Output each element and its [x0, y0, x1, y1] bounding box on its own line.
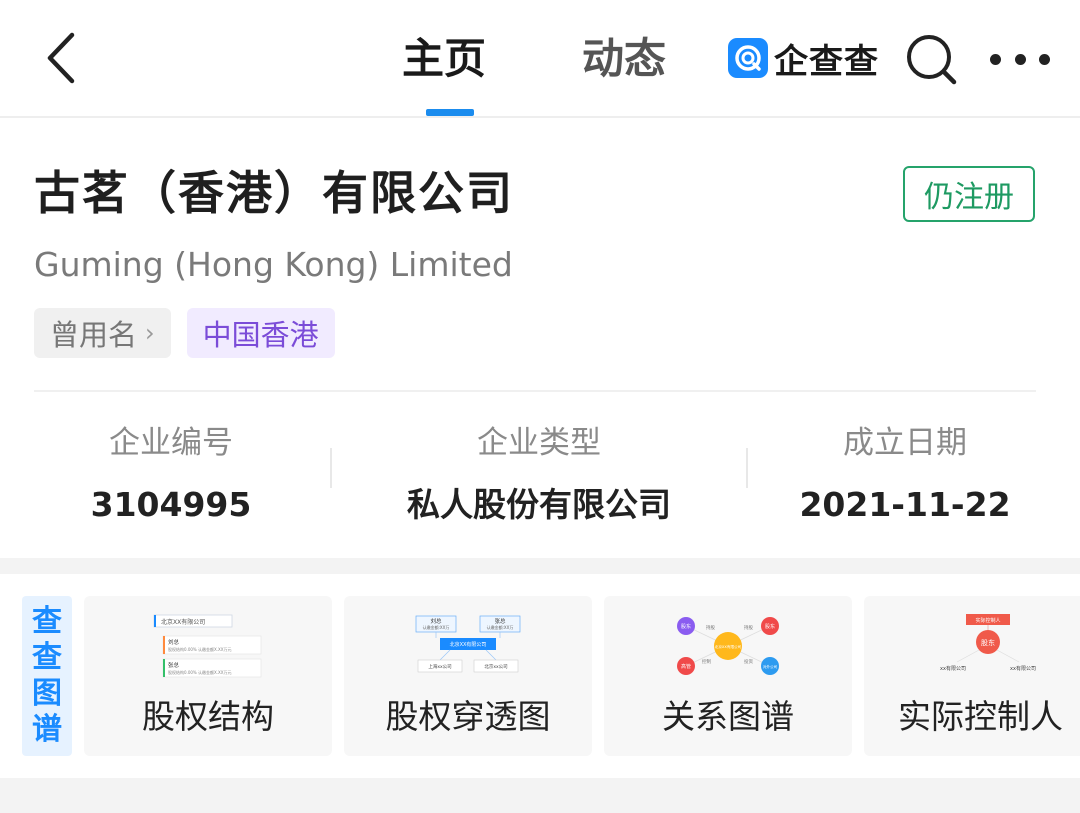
active-tab-indicator — [426, 109, 474, 116]
card-title: 股权结构 — [142, 697, 274, 736]
svg-text:对外公司: 对外公司 — [763, 664, 778, 669]
info-value: 3104995 — [90, 485, 252, 524]
actual-controller-card[interactable]: 实际控制人 股东 xx有限公司 xx有限公司 实际控制人 — [864, 596, 1080, 756]
tab-home[interactable]: 主页 — [402, 30, 486, 88]
section-gap — [0, 778, 1080, 813]
svg-text:控制: 控制 — [702, 658, 711, 665]
svg-text:刘总: 刘总 — [168, 638, 180, 646]
svg-text:刘总: 刘总 — [430, 617, 442, 625]
info-label: 成立日期 — [843, 425, 967, 461]
svg-text:张总: 张总 — [168, 661, 180, 669]
svg-text:北京XX有限公司: 北京XX有限公司 — [715, 644, 742, 649]
equity-structure-card[interactable]: 北京XX有限公司 刘总 股权结构0.00% 认缴金额X.XX万元 张总 股权结构… — [84, 596, 332, 756]
svg-text:股权结构0.00% 认缴金额X.XX万元: 股权结构0.00% 认缴金额X.XX万元 — [168, 669, 231, 675]
svg-text:北京XX有限公司: 北京XX有限公司 — [450, 641, 487, 648]
svg-text:张总: 张总 — [494, 617, 506, 625]
graph-tools-section: 查 查 图 谱 北京XX有限公司 刘总 股权结构0.00% 认缴金额X.XX万元… — [0, 574, 1080, 778]
card-title: 实际控制人 — [898, 697, 1063, 736]
svg-text:上海xx公司: 上海xx公司 — [428, 663, 451, 670]
chevron-right-icon: › — [145, 319, 155, 347]
svg-text:股东: 股东 — [681, 623, 691, 630]
svg-text:投资: 投资 — [744, 658, 753, 665]
svg-text:股东: 股东 — [765, 623, 775, 630]
equity-penetration-card[interactable]: 刘总 认缴金额:XX万 张总 认缴金额:XX万 北京XX有限公司 上海xx公司 … — [344, 596, 592, 756]
svg-text:持股: 持股 — [706, 624, 715, 631]
card-title: 关系图谱 — [662, 697, 794, 736]
top-nav-bar: 主页 动态 企查查 — [0, 0, 1080, 118]
back-button[interactable] — [38, 28, 84, 88]
svg-text:北京XX有限公司: 北京XX有限公司 — [161, 618, 205, 626]
svg-text:持股: 持股 — [744, 624, 753, 631]
info-value: 2021-11-22 — [799, 485, 1011, 524]
svg-text:实际控制人: 实际控制人 — [975, 617, 1000, 624]
former-names-tag[interactable]: 曾用名 › — [34, 308, 171, 358]
equity-structure-thumbnail: 北京XX有限公司 刘总 股权结构0.00% 认缴金额X.XX万元 张总 股权结构… — [153, 614, 262, 678]
svg-text:xx有限公司: xx有限公司 — [940, 665, 966, 672]
relationship-graph-thumbnail: 持股 持股 控制 投资 股东 股东 高管 对外公司 北京XX有限公司 — [677, 617, 779, 675]
more-button[interactable] — [990, 44, 1050, 74]
svg-text:股权结构0.00% 认缴金额X.XX万元: 股权结构0.00% 认缴金额X.XX万元 — [168, 646, 231, 652]
section-gap — [0, 558, 1080, 574]
tab-dynamics[interactable]: 动态 — [582, 30, 666, 88]
svg-text:xx有限公司: xx有限公司 — [1010, 665, 1036, 672]
search-icon — [907, 35, 957, 85]
info-company-type: 企业类型 私人股份有限公司 — [374, 418, 704, 530]
info-label: 企业编号 — [109, 425, 233, 461]
svg-text:认缴金额:XX万: 认缴金额:XX万 — [487, 624, 514, 630]
company-english-name: Guming (Hong Kong) Limited — [34, 245, 513, 284]
card-title: 股权穿透图 — [385, 697, 551, 736]
back-chevron-icon — [47, 32, 75, 84]
region-tag: 中国香港 — [186, 308, 335, 358]
search-button[interactable] — [904, 32, 958, 86]
relationship-graph-card[interactable]: 持股 持股 控制 投资 股东 股东 高管 对外公司 北京XX有限公司 关系图谱 — [604, 596, 852, 756]
graph-tools-label: 查 查 图 谱 — [22, 596, 72, 756]
actual-controller-thumbnail: 实际控制人 股东 xx有限公司 xx有限公司 — [940, 614, 1036, 672]
svg-text:股东: 股东 — [981, 638, 995, 647]
info-registration-number: 企业编号 3104995 — [6, 418, 336, 530]
svg-text:认缴金额:XX万: 认缴金额:XX万 — [423, 624, 450, 630]
column-separator — [330, 448, 332, 488]
brand-name: 企查查 — [774, 41, 879, 82]
qcc-logo-icon — [728, 38, 768, 78]
former-names-label: 曾用名 — [50, 318, 138, 352]
more-icon — [990, 53, 1001, 65]
info-label: 企业类型 — [477, 425, 601, 461]
info-founding-date: 成立日期 2021-11-22 — [740, 418, 1070, 530]
equity-penetration-thumbnail: 刘总 认缴金额:XX万 张总 认缴金额:XX万 北京XX有限公司 上海xx公司 … — [415, 615, 521, 673]
divider — [34, 390, 1036, 392]
svg-text:高管: 高管 — [681, 663, 691, 670]
company-name: 古茗（香港）有限公司 — [34, 166, 514, 220]
info-value: 私人股份有限公司 — [407, 485, 671, 524]
status-badge: 仍注册 — [903, 166, 1035, 222]
svg-text:北京xx公司: 北京xx公司 — [484, 663, 507, 670]
brand-logo: 企查查 — [728, 36, 879, 82]
company-tags: 曾用名 › 中国香港 — [34, 308, 351, 358]
